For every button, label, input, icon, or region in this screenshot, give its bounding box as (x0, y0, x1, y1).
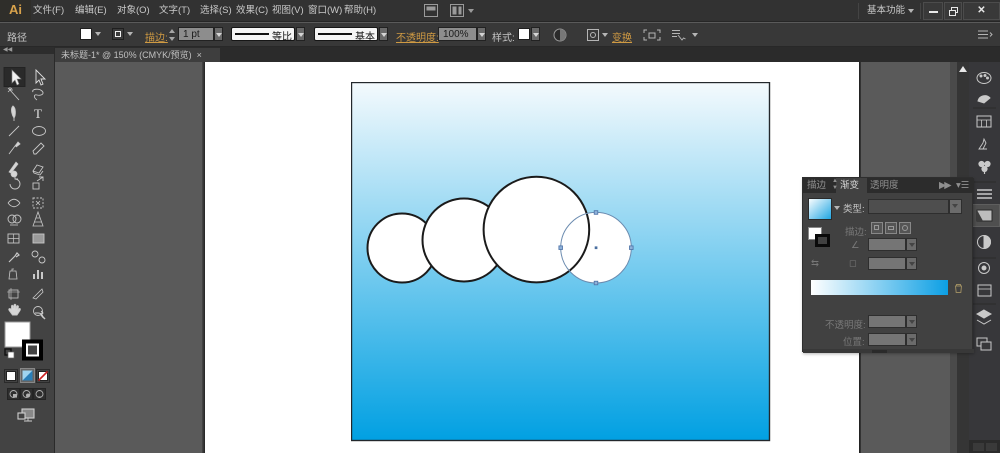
svg-text:T: T (34, 106, 42, 121)
